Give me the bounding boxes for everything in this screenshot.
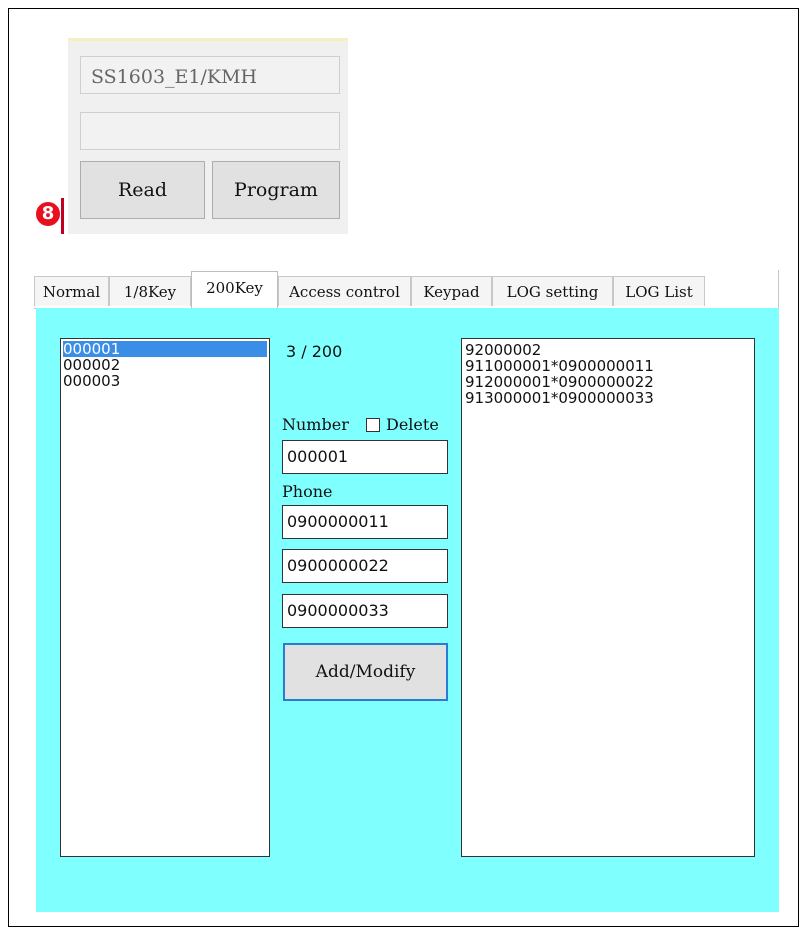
list-item[interactable]: 000001 bbox=[63, 341, 267, 357]
tab-strip-edge bbox=[778, 270, 779, 308]
entry-count: 3 / 200 bbox=[286, 342, 343, 361]
number-input[interactable]: 000001 bbox=[282, 440, 448, 474]
panel-top-line bbox=[68, 38, 348, 41]
tab-content-200key: 000001 000002 000003 3 / 200 Number Dele… bbox=[36, 308, 779, 912]
tab-200key[interactable]: 200Key bbox=[191, 271, 278, 308]
tab-keypad[interactable]: Keypad bbox=[411, 276, 492, 306]
tab-access-control[interactable]: Access control bbox=[278, 276, 411, 306]
tab-1-8key[interactable]: 1/8Key bbox=[109, 276, 191, 306]
read-button[interactable]: Read bbox=[80, 161, 205, 219]
number-label: Number bbox=[282, 415, 349, 434]
secondary-field[interactable] bbox=[80, 112, 340, 150]
output-list[interactable]: 92000002 911000001*0900000011 912000001*… bbox=[461, 338, 755, 857]
phone-label: Phone bbox=[282, 482, 333, 501]
badge-marker bbox=[61, 198, 64, 234]
tab-log-list[interactable]: LOG List bbox=[613, 276, 705, 306]
phone-input-1[interactable]: 0900000011 bbox=[282, 505, 448, 539]
step-badge: 8 bbox=[36, 202, 60, 226]
program-button[interactable]: Program bbox=[212, 161, 340, 219]
tab-log-setting[interactable]: LOG setting bbox=[492, 276, 613, 306]
tab-normal[interactable]: Normal bbox=[34, 276, 109, 306]
phone-input-2[interactable]: 0900000022 bbox=[282, 549, 448, 583]
device-panel: SS1603_E1/KMH Read Program bbox=[68, 38, 348, 234]
key-list[interactable]: 000001 000002 000003 bbox=[60, 338, 270, 857]
delete-checkbox[interactable] bbox=[366, 418, 380, 432]
output-line: 911000001*0900000011 bbox=[465, 357, 654, 375]
add-modify-button[interactable]: Add/Modify bbox=[283, 643, 448, 701]
output-line: 92000002 bbox=[465, 341, 542, 359]
model-field[interactable]: SS1603_E1/KMH bbox=[80, 56, 340, 94]
phone-input-3[interactable]: 0900000033 bbox=[282, 594, 448, 628]
delete-label: Delete bbox=[386, 415, 439, 434]
output-line: 912000001*0900000022 bbox=[465, 373, 654, 391]
tab-strip: Normal 1/8Key 200Key Access control Keyp… bbox=[34, 270, 779, 309]
output-line: 913000001*0900000033 bbox=[465, 389, 654, 407]
list-item[interactable]: 000002 bbox=[63, 357, 267, 373]
list-item[interactable]: 000003 bbox=[63, 373, 267, 389]
